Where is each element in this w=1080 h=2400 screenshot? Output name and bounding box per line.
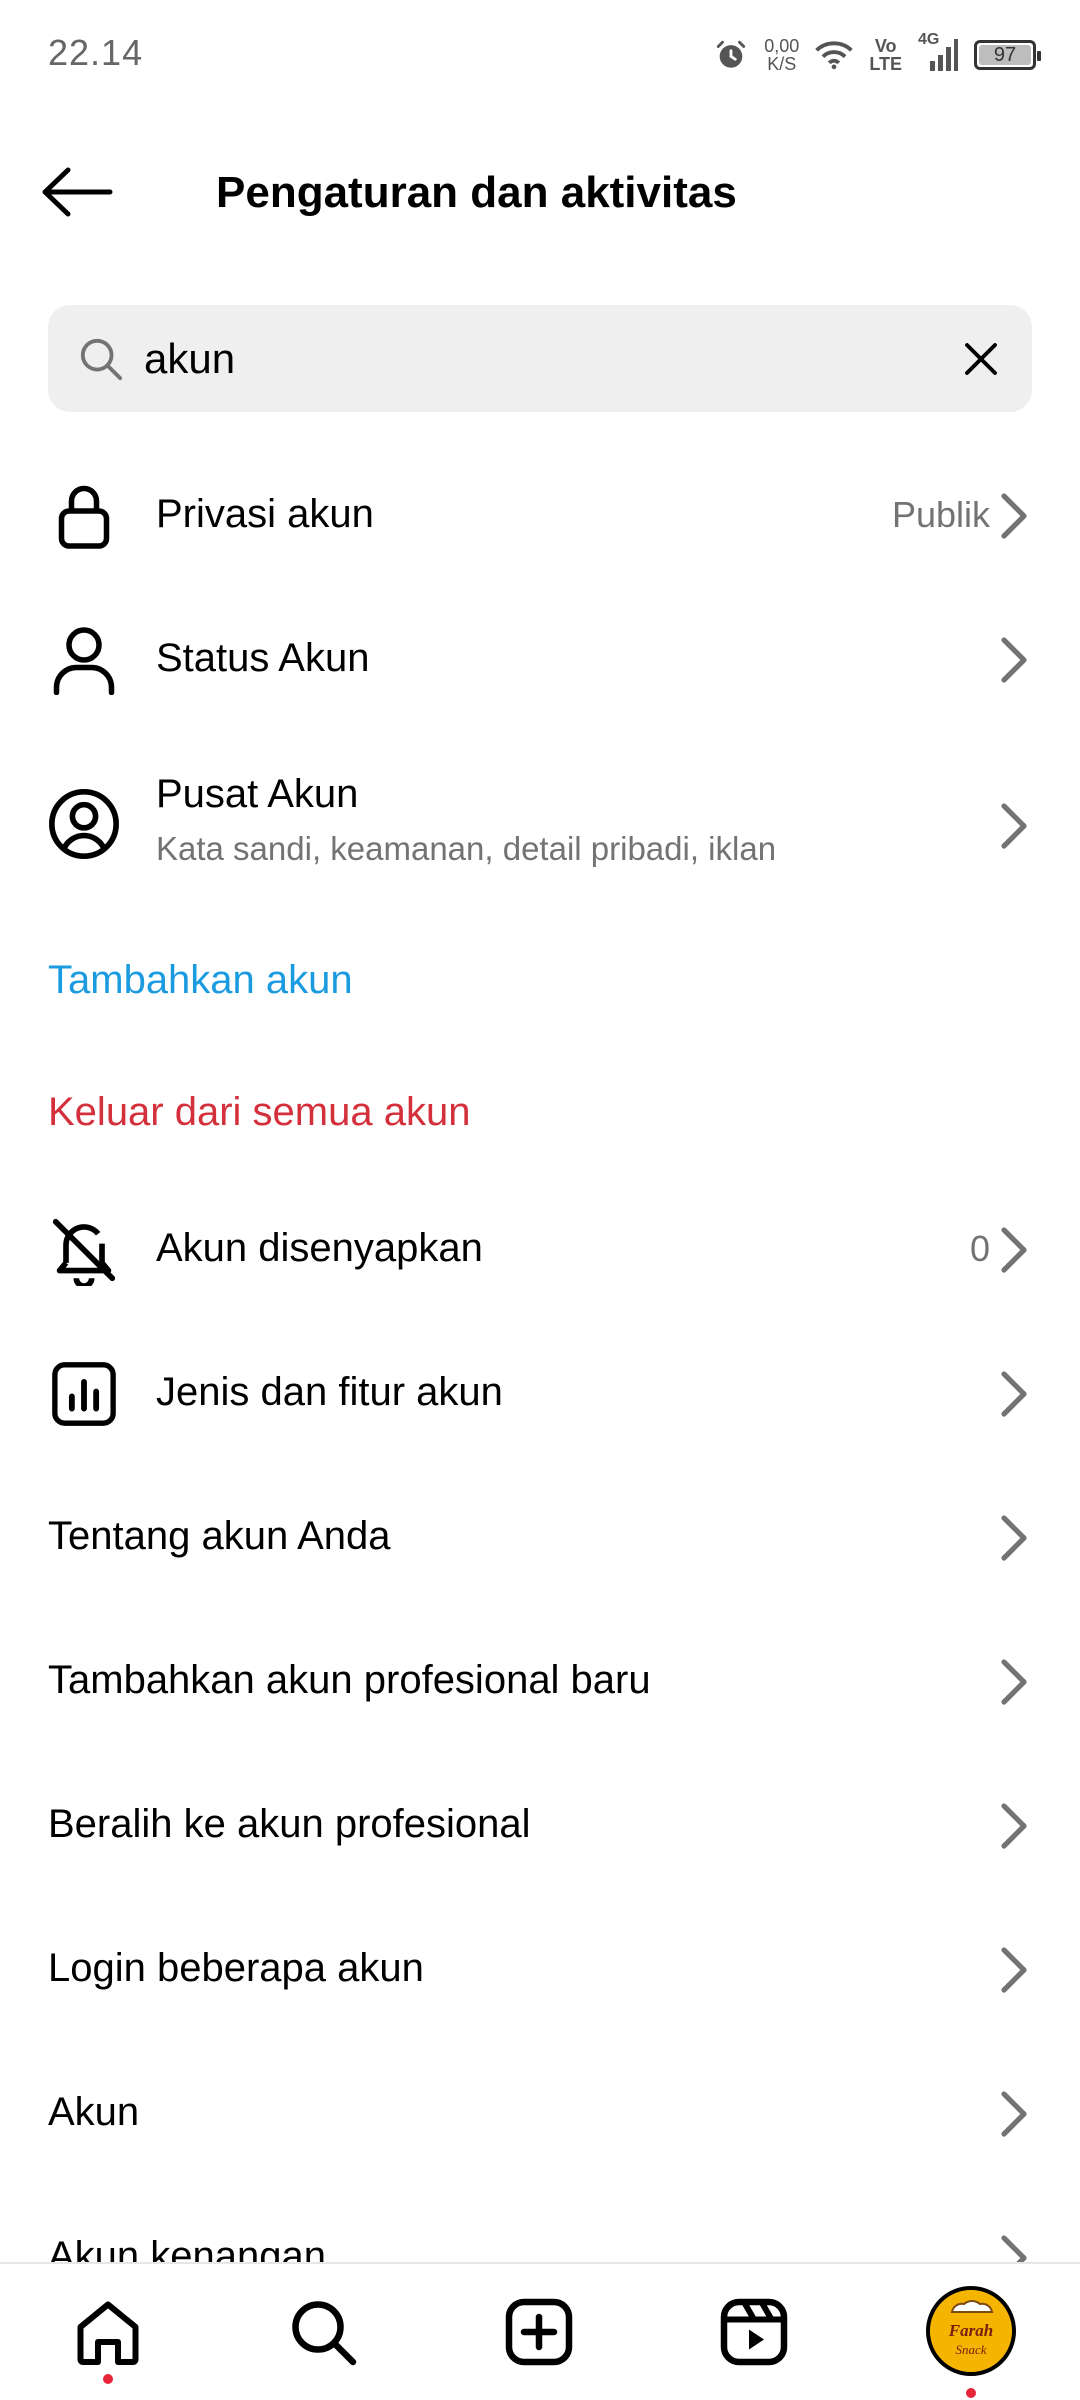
settings-screen: 22.14 0,00 K/S Vo LTE 4G 97 Pengaturan d… bbox=[0, 0, 1080, 2400]
chevron-right-icon bbox=[1001, 803, 1027, 849]
row-tentang-akun[interactable]: Tentang akun Anda bbox=[0, 1488, 1080, 1588]
chevron-right-icon bbox=[1001, 1515, 1027, 1561]
row-label: Status Akun bbox=[156, 636, 370, 680]
status-icons: 0,00 K/S Vo LTE 4G 97 bbox=[714, 30, 1041, 80]
account-circle-icon bbox=[48, 788, 120, 860]
bottom-nav: Farah Snack bbox=[0, 2262, 1080, 2400]
network-speed-unit: K/S bbox=[767, 54, 797, 74]
row-subtitle: Kata sandi, keamanan, detail pribadi, ik… bbox=[156, 830, 777, 867]
search-icon bbox=[292, 2301, 357, 2366]
status-bar: 22.14 0,00 K/S Vo LTE 4G 97 bbox=[0, 0, 1080, 110]
nav-create[interactable] bbox=[499, 2292, 579, 2372]
chevron-right-icon bbox=[1001, 2091, 1027, 2137]
battery-icon: 97 bbox=[974, 40, 1041, 70]
row-label: Tentang akun Anda bbox=[48, 1514, 391, 1558]
status-time: 22.14 bbox=[48, 32, 144, 73]
wifi-icon bbox=[815, 40, 854, 70]
logout-all-link[interactable]: Keluar dari semua akun bbox=[48, 1090, 470, 1135]
lock-icon bbox=[48, 480, 120, 552]
volte-top: Vo bbox=[874, 36, 897, 56]
close-icon[interactable] bbox=[960, 338, 1002, 380]
avatar-text-top: Farah bbox=[948, 2321, 993, 2340]
row-value: 0 bbox=[969, 1228, 990, 1269]
chevron-right-icon bbox=[1001, 1803, 1027, 1849]
volte-bottom: LTE bbox=[869, 54, 902, 74]
row-status-akun[interactable]: Status Akun bbox=[0, 610, 1080, 710]
row-label: Privasi akun bbox=[156, 492, 374, 536]
nav-search[interactable] bbox=[283, 2292, 363, 2372]
volte-indicator: Vo LTE bbox=[869, 37, 902, 73]
row-label: Pusat Akun bbox=[156, 772, 359, 816]
row-akun-disenyapkan[interactable]: Akun disenyapkan 0 bbox=[0, 1200, 1080, 1300]
row-label: Login beberapa akun bbox=[48, 1946, 424, 1990]
profile-avatar-image: Farah Snack bbox=[930, 2290, 1012, 2372]
row-label: Beralih ke akun profesional bbox=[48, 1802, 531, 1846]
nav-reels[interactable] bbox=[714, 2292, 794, 2372]
nav-home[interactable] bbox=[68, 2292, 148, 2372]
network-speed-value: 0,00 bbox=[764, 36, 800, 56]
back-button[interactable] bbox=[40, 160, 130, 224]
search-icon bbox=[80, 338, 123, 381]
row-value: Publik bbox=[891, 494, 990, 535]
alarm-icon bbox=[714, 38, 748, 72]
search-input[interactable] bbox=[144, 305, 944, 412]
row-label: Jenis dan fitur akun bbox=[156, 1370, 503, 1414]
reels-icon bbox=[720, 2298, 788, 2366]
page-title: Pengaturan dan aktivitas bbox=[216, 168, 737, 217]
home-notification-dot bbox=[103, 2374, 113, 2384]
header: Pengaturan dan aktivitas bbox=[0, 140, 1080, 245]
profile-notification-dot bbox=[966, 2388, 976, 2398]
row-pusat-akun[interactable]: Pusat Akun Kata sandi, keamanan, detail … bbox=[0, 760, 1080, 890]
row-tambahkan-profesional[interactable]: Tambahkan akun profesional baru bbox=[0, 1632, 1080, 1732]
row-jenis-fitur-akun[interactable]: Jenis dan fitur akun bbox=[0, 1344, 1080, 1444]
person-icon bbox=[48, 624, 120, 696]
chevron-right-icon bbox=[1001, 1947, 1027, 1993]
home-icon bbox=[77, 2301, 139, 2365]
add-account-link[interactable]: Tambahkan akun bbox=[48, 958, 353, 1003]
row-label: Akun bbox=[48, 2090, 140, 2134]
signal-icon: 4G bbox=[918, 31, 958, 73]
network-speed: 0,00 K/S bbox=[764, 37, 799, 73]
chevron-right-icon bbox=[1001, 1371, 1027, 1417]
chevron-right-icon bbox=[1001, 637, 1027, 683]
chevron-right-icon bbox=[1001, 1659, 1027, 1705]
create-icon bbox=[505, 2298, 573, 2366]
profile-avatar[interactable]: Farah Snack bbox=[926, 2286, 1016, 2376]
chevron-right-icon bbox=[1001, 1227, 1027, 1273]
bell-off-icon bbox=[48, 1214, 120, 1286]
row-beralih-profesional[interactable]: Beralih ke akun profesional bbox=[0, 1776, 1080, 1876]
row-privasi-akun[interactable]: Privasi akun Publik bbox=[0, 466, 1080, 566]
row-login-beberapa-akun[interactable]: Login beberapa akun bbox=[0, 1920, 1080, 2020]
row-label: Tambahkan akun profesional baru bbox=[48, 1658, 651, 1702]
search-bar[interactable] bbox=[48, 305, 1032, 412]
avatar-text-bottom: Snack bbox=[955, 2342, 986, 2357]
bar-chart-icon bbox=[48, 1358, 120, 1430]
arrow-left-icon bbox=[42, 167, 113, 217]
battery-percent: 97 bbox=[993, 44, 1017, 66]
chevron-right-icon bbox=[1001, 493, 1027, 539]
row-label: Akun disenyapkan bbox=[156, 1226, 483, 1270]
row-akun[interactable]: Akun bbox=[0, 2064, 1080, 2164]
